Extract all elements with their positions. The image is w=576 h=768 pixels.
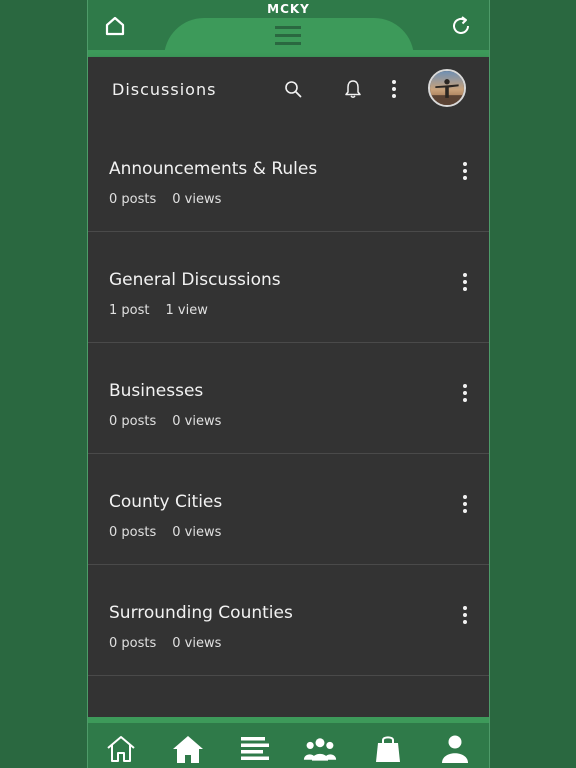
discussion-stats: 0 posts 0 views	[109, 636, 221, 651]
more-options-icon[interactable]	[390, 79, 398, 99]
bell-icon[interactable]	[344, 79, 362, 99]
home-filled-icon[interactable]	[171, 733, 205, 765]
discussion-title: Announcements & Rules	[109, 159, 318, 179]
discussion-title: General Discussions	[109, 270, 281, 290]
post-count: 0 posts	[109, 192, 157, 207]
hamburger-menu-icon[interactable]	[274, 22, 302, 50]
bottom-navigation	[88, 717, 489, 768]
more-options-icon[interactable]	[461, 383, 469, 403]
avatar[interactable]	[428, 69, 466, 107]
discussion-title: Surrounding Counties	[109, 603, 293, 623]
more-options-icon[interactable]	[461, 161, 469, 181]
refresh-icon[interactable]	[449, 14, 473, 38]
discussion-stats: 0 posts 0 views	[109, 414, 221, 429]
more-options-icon[interactable]	[461, 605, 469, 625]
list-item[interactable]: County Cities 0 posts 0 views	[88, 454, 489, 565]
home-outline-icon[interactable]	[104, 733, 138, 765]
app-frame: MCKY Discussions Announcements & Rules 0…	[87, 0, 490, 768]
app-header: Discussions	[88, 57, 489, 121]
page-title: Discussions	[112, 80, 217, 99]
post-count: 1 post	[109, 303, 150, 318]
list-item[interactable]: Surrounding Counties 0 posts 0 views	[88, 565, 489, 676]
discussion-title: Businesses	[109, 381, 204, 401]
home-outline-icon[interactable]	[104, 15, 126, 37]
discussion-stats: 0 posts 0 views	[109, 192, 221, 207]
discussion-title: County Cities	[109, 492, 223, 512]
shopping-bag-icon[interactable]	[371, 733, 405, 765]
view-count: 0 views	[172, 525, 222, 540]
more-options-icon[interactable]	[461, 272, 469, 292]
brand-title: MCKY	[267, 2, 310, 16]
discussion-stats: 0 posts 0 views	[109, 525, 221, 540]
post-count: 0 posts	[109, 525, 157, 540]
top-bar: MCKY	[88, 0, 489, 58]
view-count: 1 view	[165, 303, 208, 318]
post-count: 0 posts	[109, 636, 157, 651]
search-icon[interactable]	[284, 80, 302, 98]
top-bar-accent-strip	[88, 50, 489, 57]
discussion-list: Announcements & Rules 0 posts 0 views Gen…	[88, 121, 489, 717]
members-group-icon[interactable]	[303, 733, 337, 765]
list-item[interactable]: Businesses 0 posts 0 views	[88, 343, 489, 454]
view-count: 0 views	[172, 192, 222, 207]
discussion-stats: 1 post 1 view	[109, 303, 208, 318]
feed-lines-icon[interactable]	[238, 733, 272, 765]
post-count: 0 posts	[109, 414, 157, 429]
list-item[interactable]: Announcements & Rules 0 posts 0 views	[88, 121, 489, 232]
view-count: 0 views	[172, 414, 222, 429]
more-options-icon[interactable]	[461, 494, 469, 514]
list-item[interactable]: General Discussions 1 post 1 view	[88, 232, 489, 343]
view-count: 0 views	[172, 636, 222, 651]
profile-icon[interactable]	[438, 733, 472, 765]
